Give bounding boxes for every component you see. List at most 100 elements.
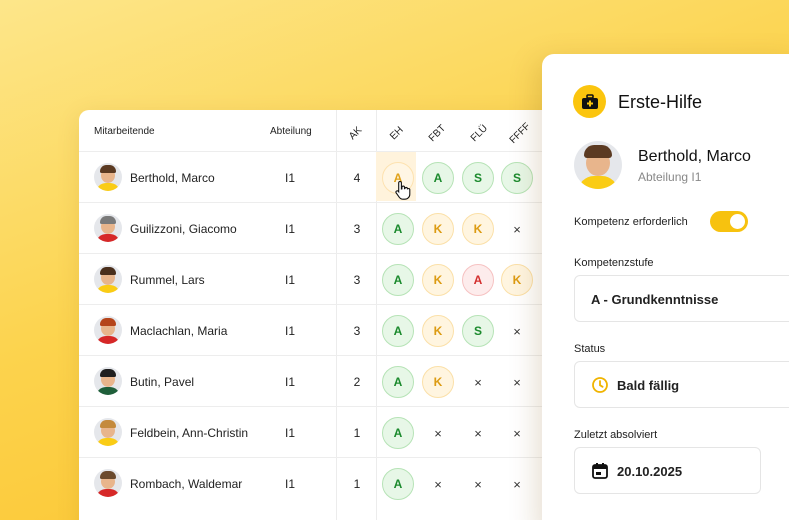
header-skill-eh[interactable]: EH [388,125,406,143]
table-row[interactable]: Rombach, Waldemar I1 1 A × × × [79,457,599,508]
employee-name[interactable]: Rummel, Lars [130,273,205,287]
level-badge: A [382,468,414,500]
level-badge: S [462,315,494,347]
level-badge: A [382,213,414,245]
first-aid-kit-icon [573,85,606,118]
skill-cell[interactable]: A [462,264,494,296]
last-completed-date-field[interactable]: 20.10.2025 [574,447,761,494]
ak-count: 3 [353,273,361,287]
employee-name[interactable]: Feldbein, Ann-Christin [130,426,248,440]
clock-icon [592,377,608,393]
employee-name[interactable]: Butin, Pavel [130,375,194,389]
department-cell: I1 [284,171,295,185]
employee-department: Abteilung I1 [638,170,702,184]
calendar-icon [592,463,608,479]
skill-cell[interactable]: A [382,315,414,347]
level-badge: S [501,162,533,194]
not-required-mark: × [513,425,521,441]
employee-name[interactable]: Maclachlan, Maria [130,324,227,338]
skill-cell[interactable]: × [501,213,533,245]
department-cell: I1 [284,426,295,440]
avatar [94,265,122,293]
skill-cell[interactable]: A [382,468,414,500]
status-label: Status [574,343,606,355]
required-label: Kompetenz erforderlich [574,216,688,228]
skill-cell[interactable]: K [422,213,454,245]
table-row[interactable]: Butin, Pavel I1 2 A K × × [79,355,599,406]
level-badge: K [462,213,494,245]
employee-name[interactable]: Guilizzoni, Giacomo [130,222,237,236]
status-value: Bald fällig [617,378,680,393]
level-label: Kompetenzstufe [574,257,654,269]
ak-count: 1 [353,477,361,491]
header-skill-flu[interactable]: FLÜ [469,123,490,144]
not-required-mark: × [513,476,521,492]
not-required-mark: × [513,221,521,237]
not-required-mark: × [474,425,482,441]
avatar [94,367,122,395]
not-required-mark: × [513,323,521,339]
skill-cell[interactable]: × [501,366,533,398]
last-completed-label: Zuletzt absolviert [574,429,658,441]
level-badge: A [462,264,494,296]
not-required-mark: × [513,374,521,390]
ak-count: 3 [353,324,361,338]
skill-cell[interactable]: K [462,213,494,245]
level-badge: K [422,264,454,296]
level-badge: A [382,417,414,449]
skill-cell[interactable]: × [501,468,533,500]
status-field[interactable]: Bald fällig [574,361,789,408]
skill-cell[interactable]: S [462,162,494,194]
header-employees[interactable]: Mitarbeitende [94,126,155,137]
not-required-mark: × [434,476,442,492]
skill-cell[interactable]: K [422,264,454,296]
skill-cell[interactable]: S [462,315,494,347]
hand-cursor-icon [395,180,411,200]
employee-name[interactable]: Berthold, Marco [130,171,215,185]
skill-cell[interactable]: × [501,315,533,347]
skill-cell[interactable]: × [422,468,454,500]
level-badge: K [501,264,533,296]
skill-cell[interactable]: × [422,417,454,449]
table-row[interactable]: Maclachlan, Maria I1 3 A K S × [79,304,599,355]
detail-panel: Erste-Hilfe Berthold, Marco Abteilung I1… [542,54,789,520]
table-row[interactable]: Berthold, Marco I1 4 A A S S [79,151,599,202]
skill-cell[interactable]: K [422,366,454,398]
avatar [94,418,122,446]
skill-cell[interactable]: A [382,213,414,245]
not-required-mark: × [434,425,442,441]
level-select[interactable]: A - Grundkenntnisse [574,275,789,322]
header-ak[interactable]: AK [347,125,364,142]
employee-name: Berthold, Marco [638,148,751,165]
level-badge: K [422,366,454,398]
skill-cell[interactable]: × [501,417,533,449]
skill-cell[interactable]: A [382,417,414,449]
skill-cell[interactable]: A [382,366,414,398]
avatar [94,469,122,497]
header-skill-ffff[interactable]: FFFF [508,121,533,146]
avatar [94,163,122,191]
skill-cell[interactable]: A [422,162,454,194]
avatar [94,214,122,242]
table-row[interactable]: Rummel, Lars I1 3 A K A K [79,253,599,304]
header-department[interactable]: Abteilung [270,126,312,137]
ak-count: 3 [353,222,361,236]
skill-cell[interactable]: A [382,264,414,296]
level-badge: A [422,162,454,194]
level-badge: A [382,264,414,296]
table-row[interactable]: Guilizzoni, Giacomo I1 3 A K K × [79,202,599,253]
department-cell: I1 [284,375,295,389]
employee-name[interactable]: Rombach, Waldemar [130,477,242,491]
table-row[interactable]: Feldbein, Ann-Christin I1 1 A × × × [79,406,599,457]
header-skill-fbt[interactable]: FBT [427,123,448,144]
last-completed-value: 20.10.2025 [617,464,683,479]
skill-cell[interactable]: S [501,162,533,194]
skill-cell[interactable]: K [422,315,454,347]
skill-cell[interactable]: K [501,264,533,296]
skill-cell[interactable]: × [462,366,494,398]
required-toggle[interactable] [710,211,748,232]
skill-cell[interactable]: × [462,468,494,500]
department-cell: I1 [284,273,295,287]
ak-count: 1 [353,426,361,440]
skill-cell[interactable]: × [462,417,494,449]
